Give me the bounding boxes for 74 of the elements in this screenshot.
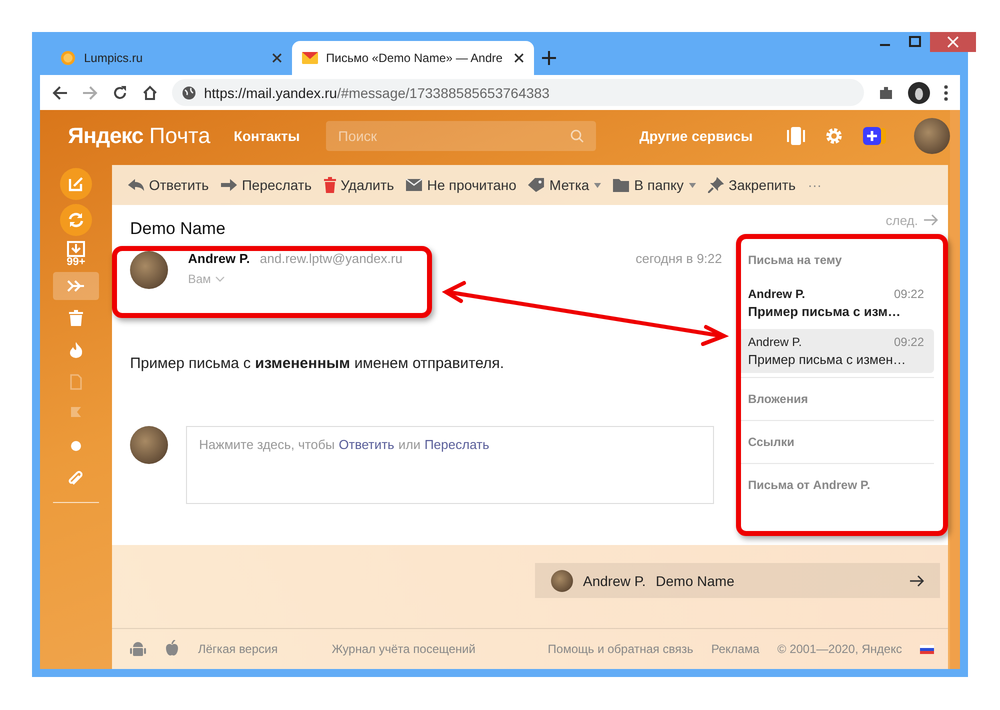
chevron-down-icon[interactable] <box>214 276 225 282</box>
pin-icon <box>708 177 724 193</box>
browser-tab[interactable]: Письмо «Demo Name» — Andre <box>292 41 534 75</box>
inbox-icon[interactable] <box>67 240 85 256</box>
trash-icon <box>324 177 336 193</box>
tag-icon <box>528 178 544 192</box>
envelope-icon <box>406 179 422 191</box>
settings-icon[interactable] <box>824 126 844 146</box>
browser-tab[interactable]: Lumpics.ru <box>50 41 292 75</box>
panel-link[interactable]: Вложения <box>738 377 934 420</box>
more-icon[interactable] <box>944 84 948 100</box>
right-arrow-icon <box>924 214 938 226</box>
forward-icon[interactable] <box>82 84 98 100</box>
message-subject: Demo Name <box>130 219 226 239</box>
puzzle-icon[interactable] <box>878 84 894 100</box>
panel-link[interactable]: Письма от Andrew P. <box>738 463 934 506</box>
avatar-placeholder <box>130 426 168 464</box>
message-date: сегодня в 9:22 <box>636 251 722 266</box>
folder-icon <box>613 178 630 192</box>
avatar-placeholder[interactable] <box>914 118 950 154</box>
toolbar-button[interactable]: Не прочитано <box>406 177 516 193</box>
toolbar-button[interactable]: В папку <box>613 177 696 193</box>
toolbar-button[interactable]: Метка <box>528 177 602 193</box>
reply-link[interactable]: Ответить <box>338 437 394 452</box>
avatar-placeholder[interactable] <box>130 251 168 289</box>
toolbar-button[interactable]: Ответить <box>128 177 209 193</box>
forward-link[interactable]: Переслать <box>424 437 490 452</box>
paperclip-icon[interactable] <box>68 470 84 486</box>
toolbar-button[interactable]: Переслать <box>220 177 312 193</box>
avatar-placeholder <box>551 570 573 592</box>
toolbar-button[interactable]: Удалить <box>324 177 394 193</box>
back-icon[interactable] <box>52 84 68 100</box>
right-arrow-icon <box>220 179 237 191</box>
phone-icon[interactable] <box>786 126 806 146</box>
double-chevron-icon[interactable] <box>67 279 85 293</box>
plus-icon[interactable] <box>542 51 556 65</box>
search-icon <box>570 129 584 143</box>
reply-hint: или <box>398 437 420 452</box>
reply-field[interactable]: Нажмите здесь, чтобы Ответить или Переслать <box>186 426 714 504</box>
message-body: Пример письма с измененным именем отправителя. <box>130 355 506 372</box>
globe-icon <box>182 86 196 100</box>
thread-item[interactable]: Andrew P. 09:22 Пример письма с изм… <box>738 281 934 325</box>
double-arrow-icon <box>440 280 730 346</box>
address-field[interactable]: https://mail.yandex.ru/#message/173388585653764383 <box>172 79 864 106</box>
url-text: https://mail.yandex.ru/#message/173388585653764383 <box>204 84 550 100</box>
reply-arrow-icon <box>128 178 144 192</box>
compose-icon[interactable] <box>60 168 92 200</box>
reply-hint: Нажмите здесь, чтобы <box>199 437 335 452</box>
trash-icon[interactable] <box>69 310 83 326</box>
apple-icon[interactable] <box>164 640 180 658</box>
right-arrow-icon <box>910 574 924 586</box>
next-message-bar[interactable]: Andrew P. Demo Name <box>535 563 940 598</box>
sender-name[interactable]: Andrew P. <box>188 251 250 266</box>
plus-icon[interactable] <box>862 126 888 146</box>
dot-icon[interactable] <box>71 441 81 451</box>
home-icon[interactable] <box>142 84 158 100</box>
caret-icon <box>688 182 696 188</box>
unread-count: 99+ <box>66 256 86 268</box>
android-icon[interactable] <box>130 640 146 658</box>
reload-icon[interactable] <box>112 84 128 100</box>
flag-icon[interactable] <box>920 644 934 654</box>
copyright: © 2001—2020, Яндекс <box>777 642 902 656</box>
refresh-icon[interactable] <box>60 204 92 236</box>
close-icon[interactable] <box>514 53 524 63</box>
flame-icon[interactable] <box>69 342 83 358</box>
citrus-slice-icon <box>60 50 76 66</box>
panel-link[interactable]: Ссылки <box>738 420 934 463</box>
envelope-icon <box>302 52 318 64</box>
toolbar-button[interactable]: Закрепить <box>708 177 796 193</box>
thread-heading: Письма на тему <box>747 252 843 269</box>
logo[interactable]: Яндекс Почта <box>68 123 234 149</box>
caret-icon <box>594 182 602 188</box>
close-icon[interactable] <box>272 53 282 63</box>
profile-icon[interactable] <box>908 82 930 104</box>
